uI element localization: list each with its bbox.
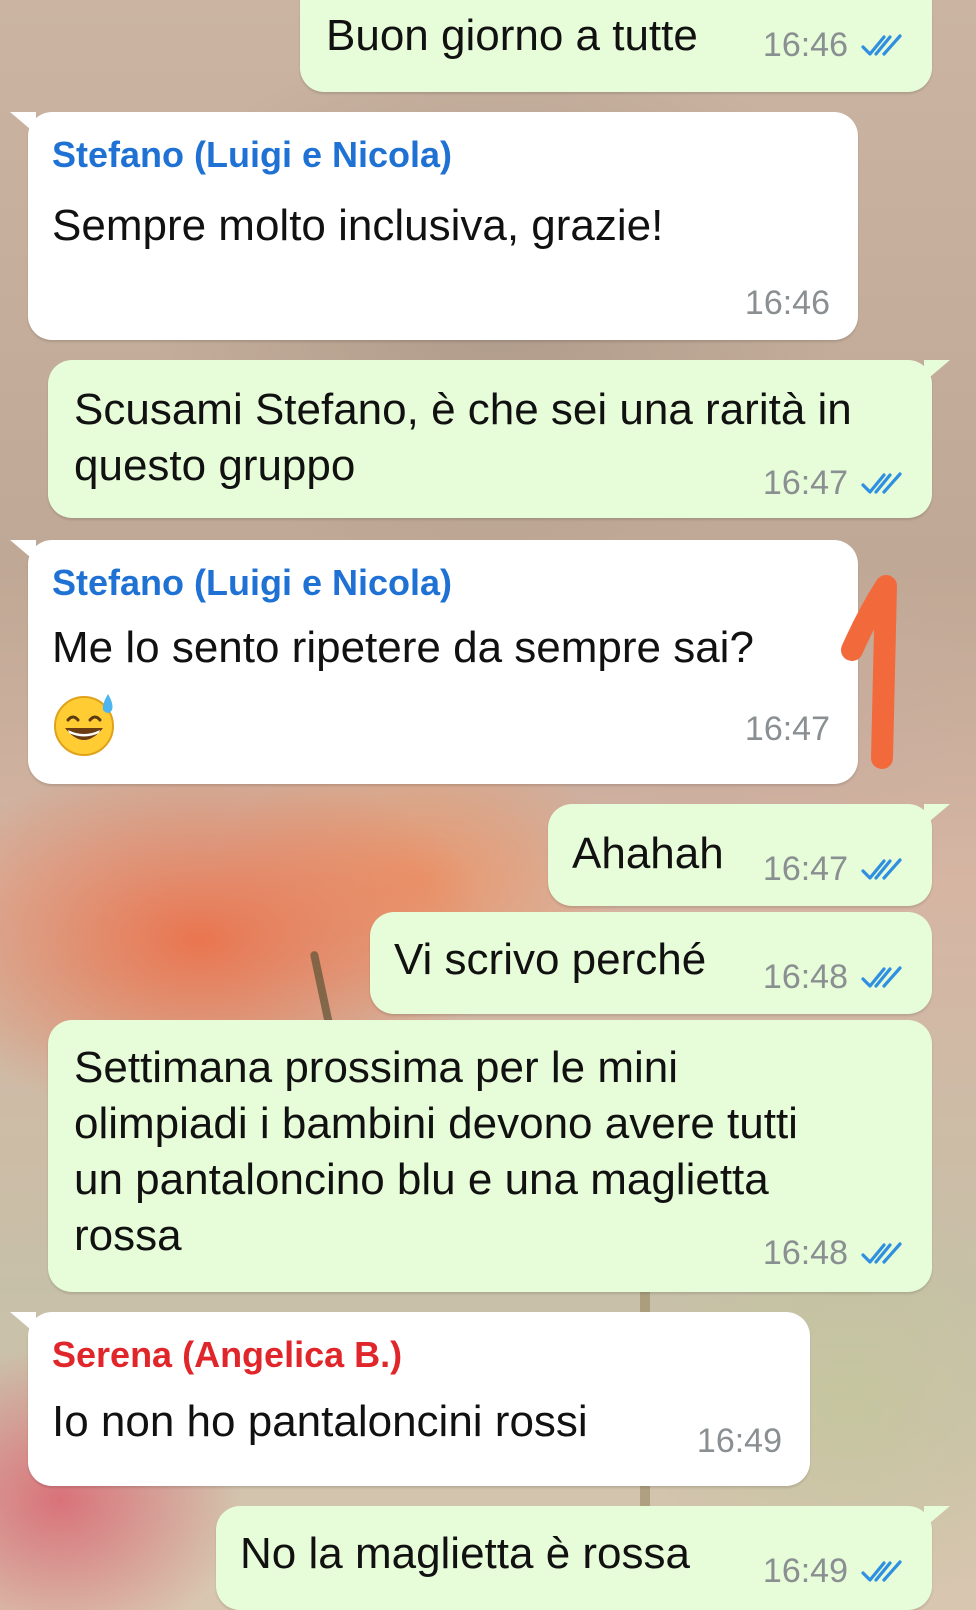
message-text: Ahahah <box>572 829 724 878</box>
message-meta: 16:48 <box>763 1234 904 1273</box>
message-text: Vi scrivo perché <box>394 935 707 984</box>
message-text-line: questo gruppo <box>74 441 356 490</box>
message-time: 16:47 <box>762 850 848 888</box>
message-time: 16:46 <box>762 26 848 64</box>
message-meta: 16:47 <box>763 464 904 503</box>
message-text-line: Settimana prossima per le mini <box>74 1043 679 1092</box>
message-time: 16:47 <box>762 464 848 502</box>
double-check-icon <box>861 857 902 880</box>
incoming-message-bubble[interactable]: Stefano (Luigi e Nicola) Me lo sento rip… <box>10 540 858 784</box>
outgoing-message-bubble[interactable]: Scusami Stefano, è che sei una rarità in… <box>48 360 950 518</box>
double-check-icon <box>861 471 902 494</box>
message-meta: 16:49 <box>763 1552 904 1591</box>
message-time: 16:49 <box>762 1552 848 1590</box>
outgoing-message-bubble[interactable]: No la maglietta è rossa 16:49 <box>216 1506 950 1610</box>
double-check-icon <box>861 1241 902 1264</box>
outgoing-message-bubble[interactable]: Buon giorno a tutte 16:46 <box>300 0 932 92</box>
message-time: 16:46 <box>744 284 830 322</box>
message-text: Buon giorno a tutte <box>326 11 698 60</box>
message-time: 16:47 <box>744 710 830 748</box>
message-text-line: rossa <box>74 1211 182 1260</box>
sender-name[interactable]: Stefano (Luigi e Nicola) <box>52 562 452 604</box>
message-time: 16:48 <box>762 1234 848 1272</box>
message-text: Io non ho pantaloncini rossi <box>52 1397 588 1446</box>
grinning-face-with-sweat-icon <box>54 694 114 756</box>
message-text: Sempre molto inclusiva, grazie! <box>52 201 664 250</box>
outgoing-message-bubble[interactable]: Vi scrivo perché 16:48 <box>370 912 932 1014</box>
message-meta: 16:47 <box>763 850 904 889</box>
message-text-line: olimpiadi i bambini devono avere tutti <box>74 1099 798 1148</box>
outgoing-message-bubble[interactable]: Settimana prossima per le mini olimpiadi… <box>48 1020 932 1292</box>
double-check-icon <box>861 33 902 56</box>
sender-name[interactable]: Stefano (Luigi e Nicola) <box>52 134 452 176</box>
message-time: 16:48 <box>762 958 848 996</box>
message-text-line: un pantaloncino blu e una maglietta <box>74 1155 769 1204</box>
incoming-message-bubble[interactable]: Serena (Angelica B.) Io non ho pantalonc… <box>10 1312 810 1486</box>
double-check-icon <box>861 1559 902 1582</box>
message-text-line: Scusami Stefano, è che sei una rarità in <box>74 385 852 434</box>
incoming-message-bubble[interactable]: Stefano (Luigi e Nicola) Sempre molto in… <box>10 112 858 340</box>
message-meta: 16:48 <box>763 958 904 997</box>
message-meta: 16:46 <box>763 26 904 65</box>
message-text: Me lo sento ripetere da sempre sai? <box>52 623 754 672</box>
sender-name[interactable]: Serena (Angelica B.) <box>52 1334 402 1376</box>
outgoing-message-bubble[interactable]: Ahahah 16:47 <box>548 804 950 906</box>
message-text: No la maglietta è rossa <box>240 1529 690 1578</box>
handwritten-number-one-mark <box>841 575 897 769</box>
message-time: 16:49 <box>696 1422 782 1460</box>
double-check-icon <box>861 965 902 988</box>
